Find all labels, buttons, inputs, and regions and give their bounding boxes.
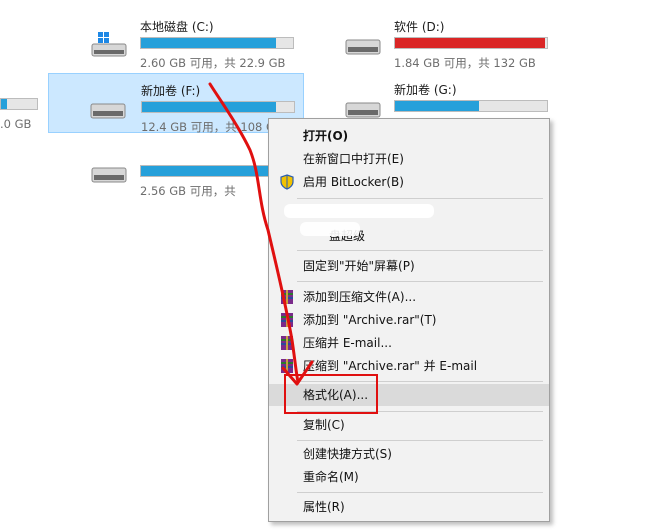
redaction-smear — [560, 470, 640, 500]
hard-drive-icon — [90, 103, 126, 119]
shield-icon — [280, 174, 294, 190]
menu-item-properties[interactable]: 属性(R) — [269, 496, 549, 518]
menu-item-label: 压缩并 E-mail... — [303, 336, 392, 350]
redaction-smear — [284, 204, 434, 218]
menu-item-label: 打开(O) — [303, 129, 349, 143]
usage-bar — [141, 101, 295, 113]
drive-size: 2.60 GB 可用，共 22.9 GB — [140, 56, 286, 70]
menu-item-pin-start[interactable]: 固定到"开始"屏幕(P) — [269, 255, 549, 277]
drive-c[interactable]: 本地磁盘 (C:) 2.60 GB 可用，共 22.9 GB — [80, 10, 310, 70]
menu-separator — [297, 250, 543, 251]
menu-item-label: 在新窗口中打开(E) — [303, 152, 404, 166]
usage-bar — [140, 37, 294, 49]
usage-bar — [394, 100, 548, 112]
menu-item-open-new-window[interactable]: 在新窗口中打开(E) — [269, 148, 549, 170]
menu-separator — [297, 440, 543, 441]
windows-drive-icon — [91, 32, 127, 57]
menu-separator — [297, 198, 543, 199]
drive-size: 12.4 GB 可用，共 108 GB — [141, 120, 283, 134]
menu-item-rename[interactable]: 重命名(M) — [269, 466, 549, 488]
menu-item-bitlocker[interactable]: 启用 BitLocker(B) — [269, 171, 549, 193]
menu-item-label: 添加到 "Archive.rar"(T) — [303, 313, 437, 327]
hard-drive-icon — [91, 167, 127, 183]
drive-d[interactable]: 软件 (D:) 1.84 GB 可用，共 132 GB — [334, 10, 564, 70]
menu-item-open[interactable]: 打开(O) — [269, 125, 549, 147]
context-menu: 打开(O) 在新窗口中打开(E) 启用 BitLocker(B) 盘超级 固定到… — [268, 118, 550, 522]
usage-fill — [395, 38, 546, 48]
menu-item-label: 复制(C) — [303, 418, 345, 432]
menu-item-label: 启用 BitLocker(B) — [303, 175, 404, 189]
winrar-icon — [281, 336, 293, 350]
usage-fill — [142, 102, 276, 112]
drive-name: 新加卷 (G:) — [394, 83, 457, 97]
drive-name: 软件 (D:) — [394, 20, 445, 34]
drive-size: 2.56 GB 可用，共 — [140, 184, 236, 198]
menu-item-copy[interactable]: 复制(C) — [269, 414, 549, 436]
menu-item-label: 固定到"开始"屏幕(P) — [303, 259, 415, 273]
partial-drive-size: .0 GB — [0, 117, 32, 131]
drive-f[interactable]: 新加卷 (F:) 12.4 GB 可用，共 108 GB — [48, 73, 304, 134]
drive-name: 新加卷 (F:) — [141, 84, 201, 98]
menu-item-add-archive[interactable]: 添加到压缩文件(A)... — [269, 286, 549, 308]
drive-name: 本地磁盘 (C:) — [140, 20, 214, 34]
hard-drive-icon — [345, 39, 381, 55]
annotation-highlight-box — [284, 374, 378, 414]
usage-fill — [141, 166, 278, 176]
winrar-icon — [281, 359, 293, 373]
redaction-smear — [160, 144, 220, 156]
menu-item-add-archive-rar[interactable]: 添加到 "Archive.rar"(T) — [269, 309, 549, 331]
redaction-smear — [300, 222, 360, 236]
partial-usage-bar — [0, 98, 38, 110]
usage-fill — [141, 38, 277, 48]
menu-separator — [297, 492, 543, 493]
menu-item-label: 属性(R) — [303, 500, 345, 514]
usage-bar — [394, 37, 548, 49]
menu-item-create-shortcut[interactable]: 创建快捷方式(S) — [269, 443, 549, 465]
menu-item-compress-email[interactable]: 压缩并 E-mail... — [269, 332, 549, 354]
drive-size: 1.84 GB 可用，共 132 GB — [394, 56, 536, 70]
winrar-icon — [281, 290, 293, 304]
usage-fill — [1, 99, 7, 109]
usage-fill — [395, 101, 479, 111]
menu-item-label: 添加到压缩文件(A)... — [303, 290, 417, 304]
menu-item-label: 创建快捷方式(S) — [303, 447, 392, 461]
menu-separator — [297, 281, 543, 282]
winrar-icon — [281, 313, 293, 327]
menu-item-label: 重命名(M) — [303, 470, 359, 484]
